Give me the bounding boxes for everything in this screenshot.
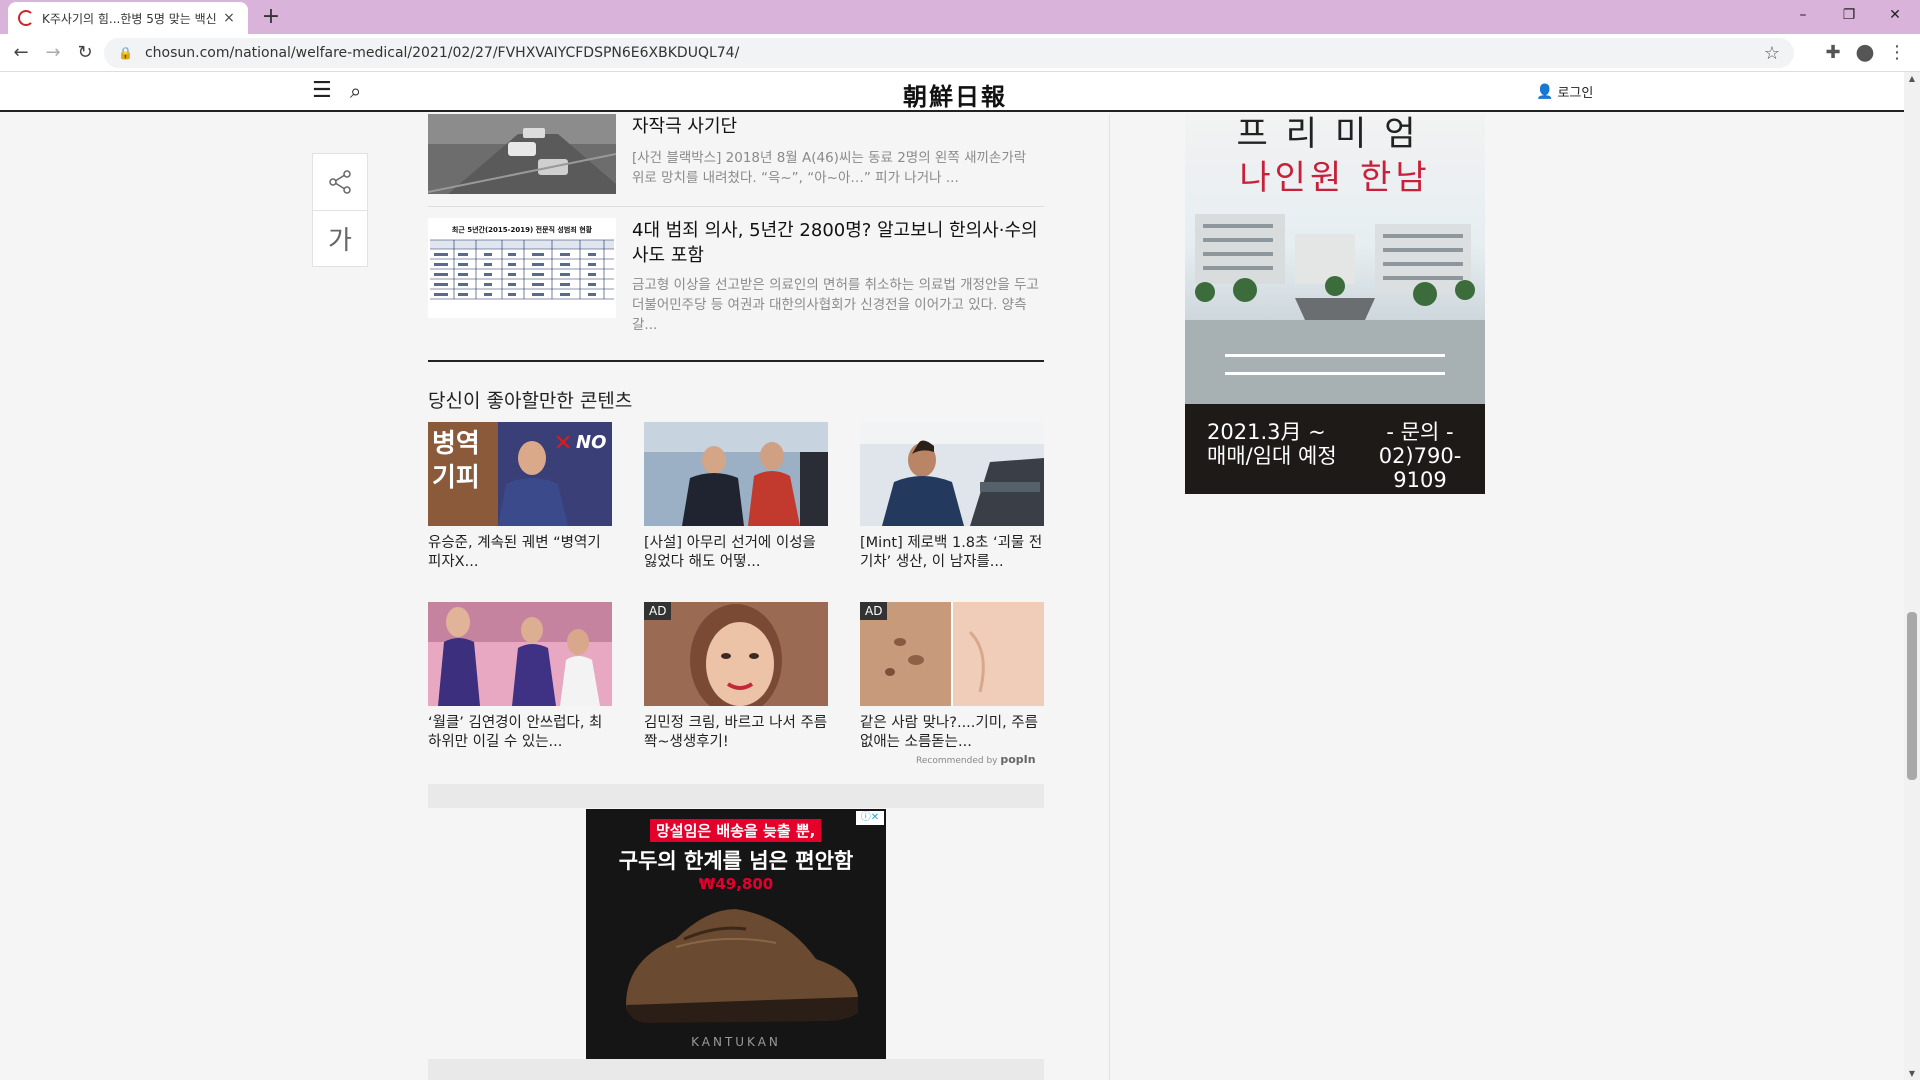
article-summary: 금고형 이상을 선고받은 의료인의 면허를 취소하는 의료법 개정안을 두고 더… — [632, 277, 1039, 333]
ad-contact: - 문의 - 02)790-9109 — [1355, 420, 1485, 492]
site-favicon-icon — [18, 10, 34, 26]
ad-title-line2: 나인원 한남 — [1239, 158, 1431, 198]
profile-avatar-icon[interactable]: ● — [1852, 40, 1878, 66]
user-icon: 👤 — [1536, 83, 1554, 100]
ad-contact-label: - 문의 - — [1386, 420, 1454, 444]
divider — [428, 206, 1044, 207]
ad-strip — [428, 784, 1044, 808]
ad-date-line1: 2021.3月 ~ — [1207, 420, 1326, 444]
share-button[interactable] — [313, 154, 367, 210]
list-item[interactable]: ‘월클’ 김연경이 안쓰럽다, 최하위만 이길 수 있는... — [428, 602, 612, 752]
search-icon[interactable]: ⌕ — [350, 80, 374, 104]
svg-text:✕: ✕ — [554, 431, 572, 456]
article-thumbnail[interactable] — [428, 114, 616, 194]
content-caption[interactable]: 같은 사람 맞나?....기미, 주름 없애는 소름돋는... — [860, 714, 1044, 752]
hamburger-menu-icon[interactable]: ☰ — [312, 80, 336, 104]
svg-text:기피: 기피 — [432, 463, 480, 493]
site-header: ☰ ⌕ 朝鮮日報 👤 로그인 — [0, 72, 1904, 112]
recommended-by-text: Recommended by — [916, 756, 998, 766]
section-divider — [428, 360, 1044, 362]
list-item[interactable]: 병역 기피 ✕ NO 유승준, 계속된 궤변 “병역기피자X... — [428, 422, 612, 572]
list-item[interactable]: [Mint] 제로백 1.8초 ‘괴물 전기차’ 생산, 이 남자를... — [860, 422, 1044, 572]
ad-image: 프리미엄 나인원 한남 — [1185, 114, 1485, 404]
article-title[interactable]: 4대 범죄 의사, 5년간 2800명? 알고보니 한의사·수의사도 포함 — [632, 218, 1042, 268]
ad-strip — [428, 1059, 1044, 1080]
ad-date-line2: 매매/임대 예정 — [1207, 444, 1337, 468]
list-item[interactable]: AD 김민정 크림, 바르고 나서 주름 쫙~생생후기! — [644, 602, 828, 752]
shoe-ad-banner[interactable]: 망설임은 배송을 늦출 뿐, 구두의 한계를 넘은 편안함 ₩49,800 KA… — [586, 809, 886, 1059]
lock-icon: 🔒 — [118, 46, 133, 60]
recommended-by-label[interactable]: Recommended by popIn — [916, 753, 1036, 766]
article-title[interactable]: 자작극 사기단 — [632, 114, 1042, 139]
browser-menu-icon[interactable]: ⋮ — [1884, 40, 1910, 66]
content-thumbnail[interactable]: AD — [860, 602, 1044, 706]
login-label: 로그인 — [1557, 86, 1594, 101]
table-caption: 최근 5년간(2015-2019) 전문직 성범죄 현황 — [452, 225, 593, 234]
login-button[interactable]: 👤 로그인 — [1536, 82, 1594, 102]
reload-icon[interactable]: ↻ — [72, 40, 98, 66]
article-thumbnail[interactable]: 최근 5년간(2015-2019) 전문직 성범죄 현황 — [428, 218, 616, 318]
article-summary: [사건 블랙박스] 2018년 8월 A(46)씨는 동료 2명의 왼쪽 새끼손… — [632, 150, 1027, 186]
ad-badge: AD — [860, 602, 888, 620]
scroll-up-icon[interactable]: ▲ — [1904, 74, 1920, 83]
content-thumbnail[interactable] — [428, 602, 612, 706]
window-restore-button[interactable]: ❐ — [1826, 0, 1872, 30]
address-bar[interactable]: 🔒 chosun.com/national/welfare-medical/20… — [104, 38, 1794, 68]
bookmark-star-icon[interactable]: ☆ — [1764, 43, 1780, 64]
window-close-button[interactable]: ✕ — [1872, 0, 1918, 30]
ad-price: ₩49,800 — [698, 875, 774, 893]
content-thumbnail[interactable]: AD — [644, 602, 828, 706]
site-logo[interactable]: 朝鮮日報 — [880, 77, 1030, 112]
browser-toolbar: ← → ↻ 🔒 chosun.com/national/welfare-medi… — [0, 34, 1920, 72]
scrollbar-thumb[interactable] — [1907, 612, 1917, 780]
ad-title-line1: 프리미엄 — [1236, 114, 1434, 154]
content-thumbnail[interactable] — [644, 422, 828, 526]
adchoices-icon[interactable]: ⓘ✕ — [856, 811, 884, 825]
ad-tagline: 망설임은 배송을 늦출 뿐, — [650, 819, 822, 842]
ad-contact-phone: 02)790-9109 — [1378, 444, 1462, 492]
svg-text:병역: 병역 — [432, 429, 480, 459]
content-caption[interactable]: [사설] 아무리 선거에 이성을 잃었다 해도 어떻... — [644, 534, 828, 572]
ad-badge: AD — [644, 602, 672, 620]
ad-headline: 구두의 한계를 넘은 편안함 — [618, 849, 854, 873]
content-caption[interactable]: ‘월클’ 김연경이 안쓰럽다, 최하위만 이길 수 있는... — [428, 714, 612, 752]
tab-close-icon[interactable]: × — [220, 10, 238, 26]
new-tab-button[interactable]: + — [258, 4, 284, 30]
page-viewport: 자작극 사기단 [사건 블랙박스] 2018년 8월 A(46)씨는 동료 2명… — [0, 72, 1904, 1080]
tab-title: K주사기의 힘...한병 5명 맞는 백신 — [42, 11, 217, 26]
browser-tab-active[interactable]: K주사기의 힘...한병 5명 맞는 백신 × — [8, 2, 248, 34]
scroll-down-icon[interactable]: ▼ — [1904, 1069, 1920, 1078]
ad-brand: KANTUKAN — [691, 1035, 781, 1049]
content-caption[interactable]: 김민정 크림, 바르고 나서 주름 쫙~생생후기! — [644, 714, 828, 752]
content-caption[interactable]: [Mint] 제로백 1.8초 ‘괴물 전기차’ 생산, 이 남자를... — [860, 534, 1044, 572]
article-tools: 가 — [312, 153, 368, 267]
popin-logo: popIn — [1000, 753, 1036, 766]
share-icon — [329, 170, 351, 194]
window-minimize-button[interactable]: – — [1780, 0, 1826, 30]
list-item[interactable]: AD 같은 사람 맞나?....기미, 주름 없애는 소름돋는... — [860, 602, 1044, 752]
font-size-button[interactable]: 가 — [313, 210, 367, 266]
extensions-icon[interactable]: ✚ — [1820, 40, 1846, 66]
content-caption[interactable]: 유승준, 계속된 궤변 “병역기피자X... — [428, 534, 612, 572]
content-thumbnail[interactable] — [860, 422, 1044, 526]
back-icon[interactable]: ← — [8, 40, 34, 66]
section-title: 당신이 좋아할만한 콘텐츠 — [428, 390, 633, 412]
ad-date: 2021.3月 ~ 매매/임대 예정 — [1207, 420, 1337, 468]
url-text: chosun.com/national/welfare-medical/2021… — [144, 45, 740, 61]
svg-text:NO: NO — [576, 432, 606, 453]
forward-icon[interactable]: → — [40, 40, 66, 66]
realestate-ad-banner[interactable]: 프리미엄 나인원 한남 2021.3月 ~ 매매/임대 예정 - 문의 - 02… — [1185, 114, 1485, 494]
browser-tab-strip: K주사기의 힘...한병 5명 맞는 백신 × + – ❐ ✕ — [0, 0, 1920, 34]
page-scrollbar[interactable]: ▲ ▼ — [1904, 72, 1920, 1080]
list-item[interactable]: [사설] 아무리 선거에 이성을 잃었다 해도 어떻... — [644, 422, 828, 572]
content-thumbnail[interactable]: 병역 기피 ✕ NO — [428, 422, 612, 526]
